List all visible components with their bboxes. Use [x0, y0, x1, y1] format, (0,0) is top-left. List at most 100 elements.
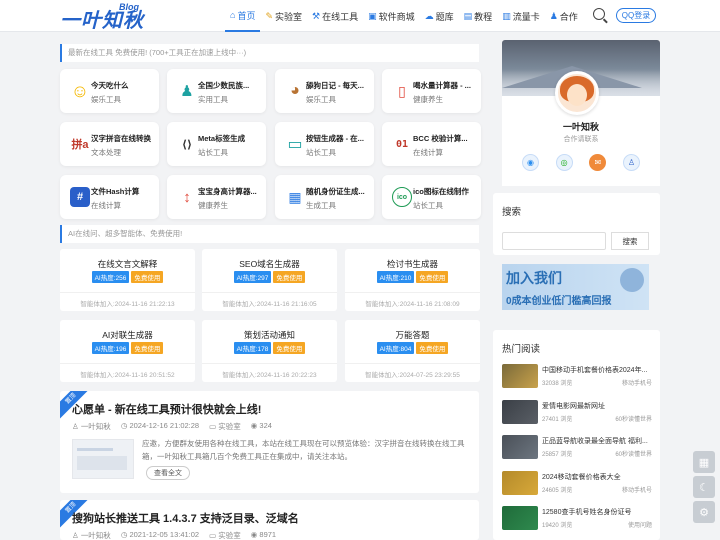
author[interactable]: ♙ 一叶知秋	[72, 421, 111, 432]
nav-home[interactable]: ⌂ 首页	[225, 0, 261, 32]
main-nav: ⌂ 首页 ✎ 实验室 ⚒ 在线工具 ▣ 软件商城 ☁ 题库 ▤ 教程 ▥ 流量卡 ♟ 合作	[225, 0, 583, 32]
nav-lab[interactable]: ✎ 实验室	[260, 0, 307, 32]
hot-thumbnail	[502, 400, 538, 424]
profile-contact: 合作请联系	[563, 136, 599, 143]
free-badge: 免费使用	[416, 342, 449, 354]
top-navbar: 一叶知秋 Blog ⌂ 首页 ✎ 实验室 ⚒ 在线工具 ▣ 软件商城 ☁ 题库 ▤ 教程 ▥…	[0, 0, 720, 32]
ai-notice: AI在线问、超多智能体、免费使用!	[60, 225, 479, 243]
user-icon: ♙	[72, 422, 81, 431]
article-title[interactable]: 心愿单 - 新在线工具预计很快就会上线!	[72, 401, 261, 417]
tool-card[interactable]: ▯ 喝水量计算器 - ... 健康养生	[382, 69, 481, 113]
free-badge: 免费使用	[273, 271, 306, 283]
grid-menu-icon[interactable]: ▦	[693, 451, 715, 473]
site-logo-sub: Blog	[119, 2, 139, 12]
pencil-icon: ✎	[265, 10, 273, 21]
hot-thumbnail	[502, 471, 538, 495]
view-count: ◉ 8971	[250, 530, 277, 539]
tools-notice: 最新在线工具 免费使用! (700+工具正在加速上线中···)	[60, 44, 479, 62]
hot-article[interactable]: 正品蓝导航收录最全面导航 福利... 25857 浏览 60秒读懂世界	[502, 435, 652, 461]
tool-card[interactable]: ☺ 今天吃什么 娱乐工具	[60, 69, 159, 113]
author[interactable]: ♙ 一叶知秋	[72, 530, 111, 540]
search-input[interactable]	[502, 232, 606, 250]
tool-card[interactable]: ◕ 舔狗日记 - 每天... 娱乐工具	[275, 69, 374, 113]
people-icon: ♟	[549, 10, 558, 21]
tool-card[interactable]: 01 BCC 校验计算... 在线计算	[382, 122, 481, 166]
read-more-button[interactable]: 查看全文	[146, 466, 190, 480]
ai-agent-card[interactable]: 策划活动通知 AI热度:178 免费使用 智能体加入:2024-11-16 20:…	[202, 320, 337, 382]
tool-card[interactable]: 拼a 汉字拼音在线转换 文本处理	[60, 122, 159, 166]
nav-data-card[interactable]: ▥ 流量卡	[497, 0, 545, 32]
article-card: 置顶 心愿单 - 新在线工具预计很快就会上线! ♙ 一叶知秋 ◷ 2024-12…	[60, 391, 479, 493]
ai-agent-card[interactable]: AI对联生成器 AI热度:196 免费使用 智能体加入:2024-11-16 20…	[60, 320, 195, 382]
heat-badge: AI热度:178	[233, 342, 272, 354]
hot-article[interactable]: 中国移动手机套餐价格表2024年... 32038 浏览 移动手机号	[502, 364, 652, 390]
nav-tutorials[interactable]: ▤ 教程	[459, 0, 498, 32]
hot-thumbnail	[502, 506, 538, 530]
qq-icon[interactable]: ◉	[522, 154, 539, 171]
wechat-icon[interactable]: ◎	[555, 154, 573, 171]
category-link[interactable]: ▭ 实验室	[209, 530, 241, 540]
free-badge: 免费使用	[131, 271, 164, 283]
wrench-icon: ⚒	[312, 10, 321, 21]
search-button[interactable]: 搜索	[611, 232, 649, 250]
settings-icon[interactable]: ⚙	[693, 501, 715, 523]
view-count: ◉ 324	[250, 421, 272, 430]
tool-card[interactable]: ↕ 宝宝身高计算器... 健康养生	[167, 175, 266, 219]
smile-icon: ☺	[70, 80, 90, 101]
heat-badge: AI热度:210	[376, 271, 415, 283]
hot-article[interactable]: 12580查手机号姓名身份证号 19420 浏览 使用问题	[502, 506, 652, 532]
dog-icon: ◕	[290, 82, 300, 99]
contact-icon[interactable]: ♙	[622, 154, 640, 171]
ai-agent-card[interactable]: SEO域名生成器 AI热度:297 免费使用 智能体加入:2024-11-16 2…	[202, 249, 337, 311]
ai-agent-card[interactable]: 在线文言文解释 AI热度:256 免费使用 智能体加入:2024-11-16 21…	[60, 249, 195, 311]
ico-icon: ico	[392, 187, 412, 207]
pinyin-icon: 拼a	[71, 139, 89, 151]
email-icon[interactable]: ✉	[589, 154, 607, 171]
category-link[interactable]: ▭ 实验室	[209, 421, 241, 432]
search-title: 搜索	[502, 207, 522, 218]
publish-date: ◷ 2024-12-16 21:02:28	[120, 421, 200, 430]
nav-cooperation[interactable]: ♟ 合作	[545, 0, 583, 32]
sim-card-icon: ▥	[502, 10, 511, 21]
user-icon: ♙	[72, 531, 81, 540]
hot-article[interactable]: 2024移动套餐价格表大全 24605 浏览 移动手机号	[502, 471, 652, 497]
free-badge: 免费使用	[131, 342, 164, 354]
heat-badge: AI热度:196	[91, 342, 130, 354]
tool-card[interactable]: ▦ 随机身份证生成... 生成工具	[275, 175, 374, 219]
ai-agent-card[interactable]: 万能答题 AI热度:804 免费使用 智能体加入:2024-07-25 23:29…	[345, 320, 480, 382]
hot-thumbnail	[502, 364, 538, 388]
tool-card[interactable]: ▭ 按钮生成器 - 在... 站长工具	[275, 122, 374, 166]
join-us-banner[interactable]: 加入我们 0成本创业低门槛高回报	[502, 264, 649, 310]
ai-agent-card[interactable]: 检讨书生成器 AI热度:210 免费使用 智能体加入:2024-11-16 21:…	[345, 249, 480, 311]
qq-login-button[interactable]: QQ登录	[616, 8, 656, 23]
hash-file-icon: #	[70, 187, 90, 207]
nav-online-tools[interactable]: ⚒ 在线工具	[307, 0, 363, 32]
article-excerpt: 应邀，方便群友使用各种在线工具，本站在线工具现在可以预览体验：汉字拼音在线转换在…	[142, 439, 465, 461]
heat-badge: AI热度:804	[376, 342, 415, 354]
html-code-icon: ⟨⟩	[181, 138, 193, 151]
heat-badge: AI热度:256	[91, 271, 130, 283]
article-meta: ♙ 一叶知秋 ◷ 2021-12-05 13:41:02 ▭ 实验室 ◉ 897…	[72, 530, 276, 540]
nav-question-bank[interactable]: ☁ 题库	[420, 0, 459, 32]
article-thumbnail[interactable]	[72, 439, 134, 479]
publish-date: ◷ 2021-12-05 13:41:02	[120, 530, 200, 539]
dark-mode-icon[interactable]: ☾	[693, 476, 715, 498]
binary-icon: 01	[395, 138, 409, 150]
article-title[interactable]: 搜狗站长推送工具 1.4.3.7 支持泛目录、泛域名	[72, 510, 299, 526]
avatar[interactable]	[555, 71, 599, 115]
nav-software-store[interactable]: ▣ 软件商城	[363, 0, 420, 32]
free-badge: 免费使用	[273, 342, 306, 354]
water-bottle-icon: ▯	[398, 82, 406, 99]
store-icon: ▣	[368, 10, 377, 21]
free-badge: 免费使用	[416, 271, 449, 283]
tool-card[interactable]: ico ico图标在线制作 站长工具	[382, 175, 481, 219]
tool-card[interactable]: ♟ 全国少数民族... 实用工具	[167, 69, 266, 113]
tool-card[interactable]: ⟨⟩ Meta标签生成 站长工具	[167, 122, 266, 166]
hot-article[interactable]: 爱情电影网最新网址 27401 浏览 60秒读懂世界	[502, 400, 652, 426]
search-widget: 搜索 搜索	[493, 193, 660, 255]
hot-title: 热门阅读	[502, 344, 541, 355]
button-icon: ▭	[287, 136, 303, 153]
tool-card[interactable]: # 文件Hash计算 在线计算	[60, 175, 159, 219]
search-icon[interactable]	[593, 8, 605, 20]
person-icon	[620, 268, 644, 292]
